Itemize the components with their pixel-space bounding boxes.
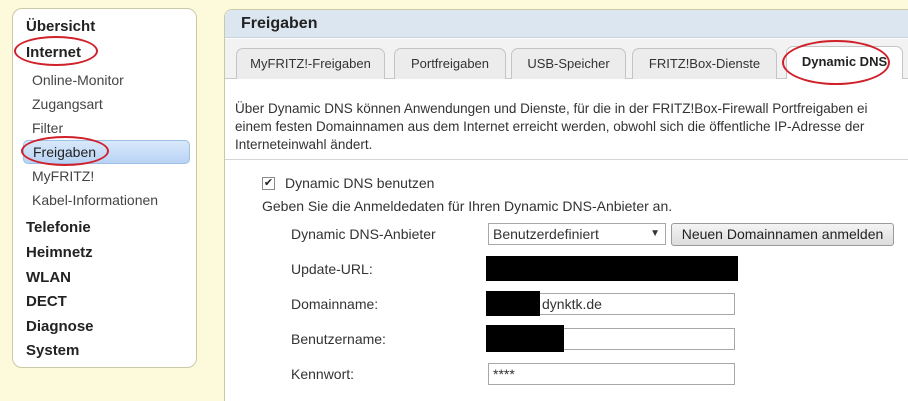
provider-select[interactable]: Benutzerdefiniert ▼ bbox=[488, 223, 666, 245]
use-dyndns-label: Dynamic DNS benutzen bbox=[285, 175, 435, 191]
tab-portfreigaben[interactable]: Portfreigaben bbox=[394, 48, 506, 79]
nav-online-monitor[interactable]: Online-Monitor bbox=[32, 72, 124, 88]
nav-internet[interactable]: Internet bbox=[26, 44, 81, 61]
user-label: Benutzername: bbox=[291, 331, 386, 347]
provider-label: Dynamic DNS-Anbieter bbox=[291, 226, 436, 242]
nav-system[interactable]: System bbox=[26, 342, 79, 359]
tab-dynamic-dns[interactable]: Dynamic DNS bbox=[786, 46, 903, 79]
nav-diagnose[interactable]: Diagnose bbox=[26, 318, 94, 335]
use-dyndns-checkbox[interactable]: ✔ bbox=[262, 176, 275, 190]
sidebar-nav: Übersicht Internet Online-Monitor Zugang… bbox=[12, 8, 197, 368]
nav-zugangsart[interactable]: Zugangsart bbox=[32, 96, 103, 112]
domain-value: dynktk.de bbox=[542, 296, 602, 312]
nav-filter[interactable]: Filter bbox=[32, 120, 63, 136]
nav-kabel-informationen[interactable]: Kabel-Informationen bbox=[32, 192, 158, 208]
nav-wlan[interactable]: WLAN bbox=[26, 269, 71, 286]
provider-value: Benutzerdefiniert bbox=[493, 226, 599, 242]
tab-bar: MyFRITZ!-Freigaben Portfreigaben USB-Spe… bbox=[225, 39, 908, 79]
main-panel: Freigaben MyFRITZ!-Freigaben Portfreigab… bbox=[224, 9, 908, 401]
tab-usb-speicher[interactable]: USB-Speicher bbox=[511, 48, 626, 79]
chevron-down-icon: ▼ bbox=[650, 228, 660, 239]
nav-heimnetz[interactable]: Heimnetz bbox=[26, 244, 93, 261]
user-redaction bbox=[486, 325, 564, 352]
password-label: Kennwort: bbox=[291, 366, 355, 382]
description-text: Über Dynamic DNS können Anwendungen und … bbox=[235, 100, 905, 154]
domain-redaction bbox=[486, 291, 540, 316]
nav-freigaben-label: Freigaben bbox=[33, 144, 97, 160]
divider bbox=[225, 159, 908, 160]
description-line-1: Über Dynamic DNS können Anwendungen und … bbox=[235, 101, 868, 116]
description-line-3: Interneteinwahl ändert. bbox=[235, 137, 373, 152]
update-url-label: Update-URL: bbox=[291, 261, 373, 277]
nav-dect[interactable]: DECT bbox=[26, 293, 67, 310]
nav-telefonie[interactable]: Telefonie bbox=[26, 219, 91, 236]
tab-myfritz-freigaben[interactable]: MyFRITZ!-Freigaben bbox=[236, 48, 385, 79]
nav-freigaben[interactable]: Freigaben bbox=[23, 140, 190, 164]
update-url-field-redacted[interactable] bbox=[486, 256, 738, 281]
page-title: Freigaben bbox=[241, 15, 318, 32]
use-dyndns-row: ✔ Dynamic DNS benutzen bbox=[262, 175, 434, 191]
password-value: **** bbox=[493, 366, 515, 382]
password-field[interactable]: **** bbox=[488, 363, 735, 385]
tab-fritzbox-dienste[interactable]: FRITZ!Box-Dienste bbox=[632, 48, 777, 79]
nav-uebersicht[interactable]: Übersicht bbox=[26, 18, 95, 35]
nav-myfritz[interactable]: MyFRITZ! bbox=[32, 168, 94, 184]
page-header: Freigaben bbox=[225, 10, 908, 38]
register-domain-button[interactable]: Neuen Domainnamen anmelden bbox=[671, 223, 894, 246]
description-line-2: einem festen Domainnamen aus dem Interne… bbox=[235, 119, 865, 134]
credentials-hint: Geben Sie die Anmeldedaten für Ihren Dyn… bbox=[262, 198, 673, 214]
domain-label: Domainname: bbox=[291, 296, 379, 312]
